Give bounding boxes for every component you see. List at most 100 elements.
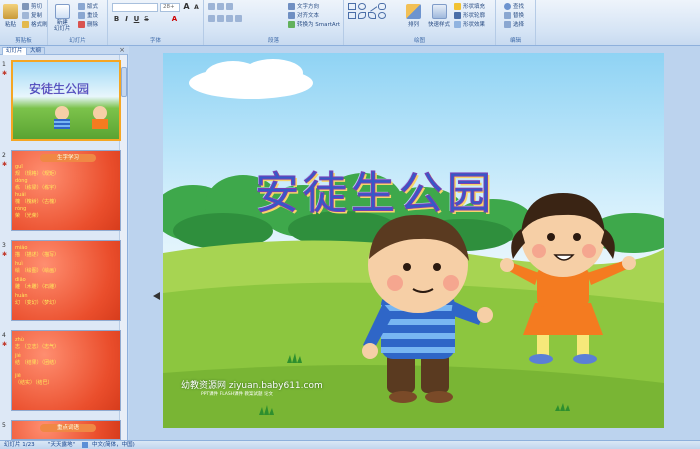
select-button[interactable]: 选择 (504, 20, 524, 28)
slide-thumbnail-2[interactable]: 生字学习 guī 规 （规格）（规矩） dòng 栋 （栋梁）（栋宇） huái… (11, 150, 121, 231)
line-shape-icon[interactable] (366, 1, 378, 12)
cloud-icon (189, 59, 313, 99)
shape-effects-button[interactable]: 形状效果 (454, 20, 485, 28)
ribbon: 粘贴 剪切 复制 格式刷 剪贴板 新建 幻灯片 版式 重设 删除 幻灯片 28+… (0, 0, 700, 46)
replace-button[interactable]: 替换 (504, 11, 524, 19)
bold-button[interactable]: B (112, 15, 121, 23)
align-buttons[interactable] (208, 15, 242, 22)
slide-thumbnail-5[interactable]: 重点词语 (11, 420, 121, 440)
slide-thumbnail-4[interactable]: zhù 志 （立志）（志气） jié 结 （结果）（团结） jiē （结实）（结… (11, 330, 121, 411)
slides-group: 新建 幻灯片 版式 重设 删除 幻灯片 (48, 0, 108, 45)
grow-font-button[interactable]: A (182, 3, 191, 11)
effects-icon (454, 20, 461, 28)
word-line: 规 （规格）（规矩） (15, 171, 60, 177)
slide-number: 1 (2, 61, 6, 68)
reset-icon (78, 11, 85, 19)
shape-outline-button[interactable]: 形状轮廓 (454, 11, 485, 19)
spellcheck-icon[interactable] (82, 442, 88, 448)
quick-styles-button[interactable]: 快速样式 (428, 4, 450, 28)
layout-label: 版式 (87, 4, 99, 10)
thumb-header: 生字学习 (40, 154, 96, 162)
pane-tabs: 幻灯片 大纲 × (0, 46, 128, 55)
word-line: 幻 （变幻）（梦幻） (15, 300, 60, 306)
scrollbar-thumb[interactable] (121, 67, 127, 97)
word-line: （结实）（结巴） (15, 380, 53, 386)
animation-star-icon: ✱ (2, 251, 8, 258)
quick-styles-label: 快速样式 (428, 22, 451, 28)
paragraph-group-label: 段落 (267, 38, 279, 44)
layout-button[interactable]: 版式 (78, 2, 98, 10)
copy-button[interactable]: 复制 (22, 11, 42, 19)
align-text-button[interactable]: 对齐文本 (288, 11, 319, 19)
tab-outline[interactable]: 大纲 (26, 47, 46, 55)
rectangle-shape-icon[interactable] (348, 3, 356, 10)
find-button[interactable]: 查找 (504, 2, 524, 10)
word-line: 志 （立志）（志气） (15, 344, 60, 350)
slide-title[interactable]: 安徒生公园 (255, 157, 495, 221)
powerpoint-window: 粘贴 剪切 复制 格式刷 剪贴板 新建 幻灯片 版式 重设 删除 幻灯片 28+… (0, 0, 700, 449)
thumb-header: 重点词语 (40, 424, 96, 432)
shape-outline-label: 形状轮廓 (463, 13, 486, 19)
fill-icon (454, 2, 461, 10)
theme-name: "天天露地" (48, 442, 76, 448)
justify-icon (235, 15, 242, 22)
bullets-button[interactable] (208, 3, 233, 10)
pointer-arrow-icon (153, 292, 160, 300)
tab-slides[interactable]: 幻灯片 (2, 47, 27, 55)
underline-button[interactable]: U (132, 15, 141, 23)
cut-button[interactable]: 剪切 (22, 2, 42, 10)
arrow-shape-icon[interactable] (358, 12, 366, 19)
slide-thumbnail-1[interactable]: 安徒生公园 (11, 60, 121, 141)
rounded-rect-shape-icon[interactable] (378, 3, 386, 10)
new-slide-button[interactable]: 新建 幻灯片 (54, 4, 71, 32)
textbox-shape-icon[interactable] (348, 12, 356, 19)
language-indicator[interactable]: 中文(简体，中国) (92, 441, 135, 449)
close-icon[interactable]: × (119, 46, 125, 54)
numbering-icon (217, 3, 224, 10)
strikethrough-button[interactable]: S (142, 15, 151, 23)
paste-button[interactable]: 粘贴 (3, 4, 18, 28)
shrink-font-button[interactable]: A (192, 4, 201, 12)
word-line: 描 （描述）（描写） (15, 252, 60, 258)
select-label: 选择 (513, 22, 525, 28)
delete-button[interactable]: 删除 (78, 20, 98, 28)
find-label: 查找 (513, 4, 525, 10)
slide-thumbnail-3[interactable]: miáo 描 （描述）（描写） huì 绘 （绘图）（绘画） diāo 雕 （木… (11, 240, 121, 321)
text-direction-button[interactable]: 文字方向 (288, 2, 319, 10)
clipboard-group: 粘贴 剪切 复制 格式刷 剪贴板 (0, 0, 48, 45)
watermark-sub: PPT课件 FLASH课件 教案试题 论文 (201, 392, 273, 397)
current-slide[interactable]: 安徒生公园 幼教资源网 ziyuan.baby611.com PPT课件 FLA… (163, 53, 664, 428)
text-direction-label: 文字方向 (297, 4, 320, 10)
format-painter-button[interactable]: 格式刷 (22, 20, 48, 28)
slide-number: 2 (2, 152, 6, 159)
shape-fill-button[interactable]: 形状填充 (454, 2, 485, 10)
animation-star-icon: ✱ (2, 70, 8, 77)
font-color-button[interactable]: A (170, 15, 179, 23)
word-line: 槐 （槐树）（古槐） (15, 199, 60, 205)
copy-icon (22, 11, 29, 19)
star-shape-icon[interactable] (378, 12, 386, 19)
align-left-icon (208, 15, 215, 22)
slide-counter: 幻灯片 1/23 (4, 442, 35, 448)
smartart-button[interactable]: 转换为 SmartArt (288, 20, 340, 28)
reset-button[interactable]: 重设 (78, 11, 98, 19)
editing-group: 查找 替换 选择 编辑 (496, 0, 536, 45)
callout-shape-icon[interactable] (368, 12, 376, 19)
italic-button[interactable]: I (122, 15, 131, 23)
copy-label: 复制 (31, 13, 43, 19)
align-text-icon (288, 11, 295, 19)
arrange-icon (406, 4, 421, 19)
paragraph-group: 文字方向 对齐文本 转换为 SmartArt 段落 (204, 0, 344, 45)
slide-number: 5 (2, 422, 6, 429)
arrange-label: 排列 (407, 22, 419, 28)
font-name-field[interactable] (112, 3, 158, 12)
status-bar: 幻灯片 1/23 "天天露地" 中文(简体，中国) (0, 440, 700, 449)
word-line: 雕 （木雕）（石雕） (15, 284, 60, 290)
slide-number: 4 (2, 332, 6, 339)
arrange-button[interactable]: 排列 (406, 4, 421, 28)
font-size-field[interactable]: 28+ (160, 3, 180, 12)
cut-label: 剪切 (31, 4, 43, 10)
animation-star-icon: ✱ (2, 161, 8, 168)
oval-shape-icon[interactable] (358, 3, 366, 10)
text-direction-icon (288, 2, 295, 10)
